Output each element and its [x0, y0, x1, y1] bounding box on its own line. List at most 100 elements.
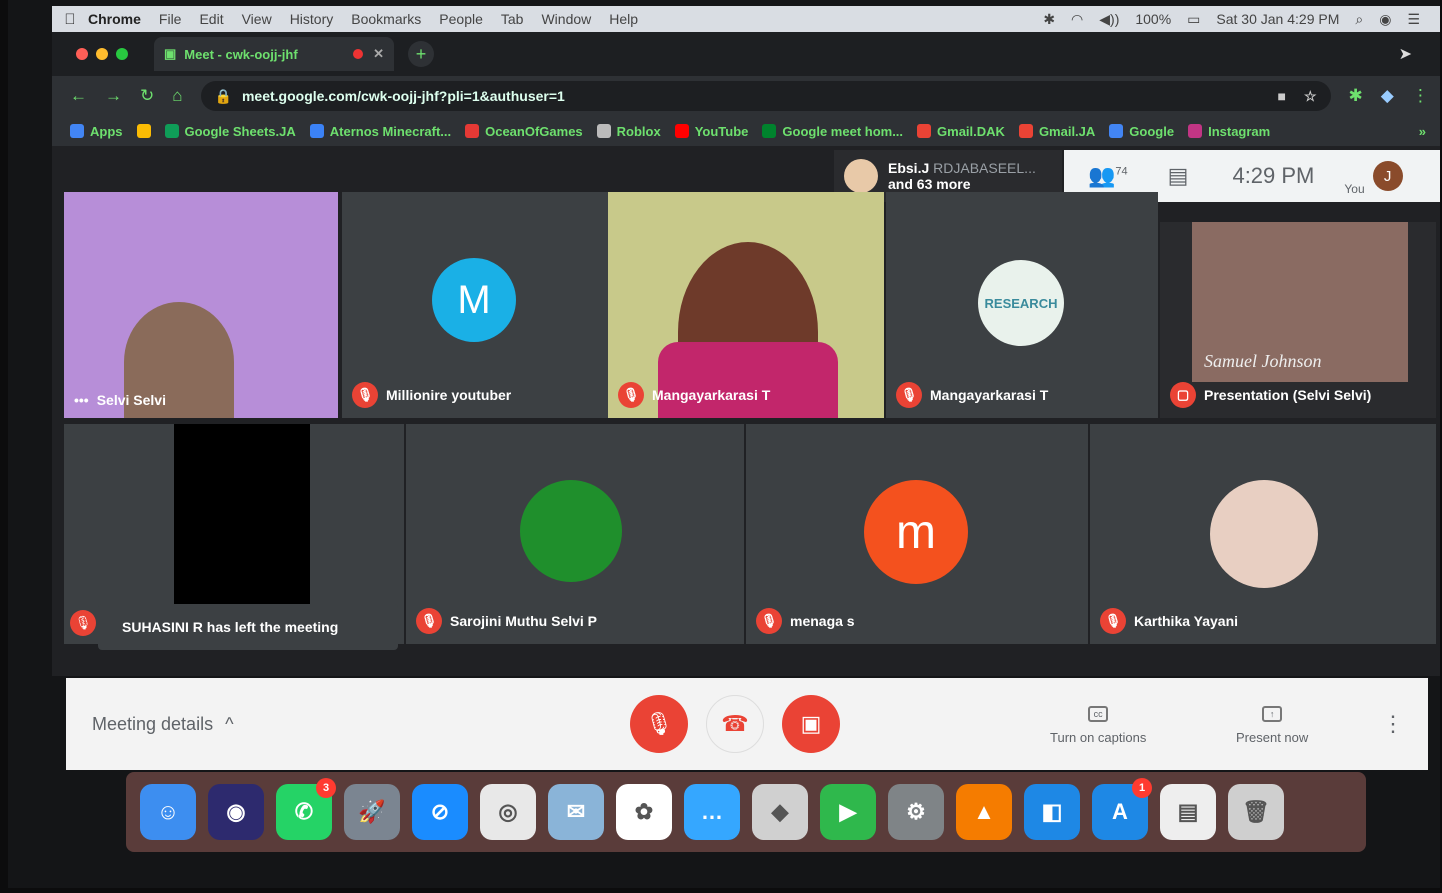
bookmark-gmail-dak[interactable]: Gmail.DAK: [917, 124, 1005, 139]
bookmark-roblox[interactable]: Roblox: [596, 124, 661, 139]
participant-tile[interactable]: 🎙 Karthika Yayani: [1090, 424, 1436, 644]
menu-edit[interactable]: Edit: [199, 11, 223, 27]
forward-icon[interactable]: →: [105, 86, 122, 106]
camera-icon[interactable]: ■: [1278, 88, 1286, 105]
present-now-button[interactable]: ↑ Present now: [1236, 706, 1308, 745]
document-icon[interactable]: ▤: [1160, 784, 1216, 840]
self-avatar[interactable]: J: [1372, 161, 1403, 191]
wifi-icon[interactable]: ◠: [1071, 11, 1083, 28]
siri-menu-icon[interactable]: ◉: [1379, 11, 1391, 28]
chevron-up-icon: ^: [225, 713, 234, 734]
vlc-icon[interactable]: ▲: [956, 784, 1012, 840]
peacock-avatar: [520, 480, 622, 582]
presentation-tile[interactable]: Samuel Johnson ▢ Presentation (Selvi Selv…: [1160, 222, 1436, 418]
bookmark-youtube[interactable]: YouTube: [674, 124, 748, 139]
menu-file[interactable]: File: [159, 11, 182, 27]
bookmark-aternos[interactable]: Aternos Minecraft...: [309, 124, 451, 139]
menu-dots-icon[interactable]: ⋮: [1412, 86, 1429, 106]
bookmark-google[interactable]: Google: [1109, 124, 1174, 139]
battery-percent[interactable]: 100%: [1135, 11, 1171, 27]
preview-icon[interactable]: ✉: [548, 784, 604, 840]
menu-tab[interactable]: Tab: [501, 11, 524, 27]
extension-icon[interactable]: ◆: [1381, 86, 1394, 106]
battery-icon[interactable]: ▭: [1187, 11, 1200, 28]
close-window-button[interactable]: [76, 48, 88, 60]
bookmark-meet[interactable]: Google meet hom...: [762, 124, 903, 139]
bookmark-sheets[interactable]: Google Sheets.JA: [164, 123, 296, 139]
presentation-icon: ▢: [1170, 382, 1196, 408]
facetime-icon[interactable]: ▶: [820, 784, 876, 840]
chrome-icon[interactable]: ◎: [480, 784, 536, 840]
zoom-window-button[interactable]: [116, 48, 128, 60]
chat-icon[interactable]: ▤: [1168, 163, 1189, 189]
bookmark-star-icon[interactable]: ☆: [1304, 88, 1317, 105]
bookmark-oceanofgames[interactable]: OceanOfGames: [465, 124, 583, 139]
safari-icon[interactable]: ⊘: [412, 784, 468, 840]
screen:  Chrome File Edit View History Bookmark…: [8, 0, 1440, 888]
roblox-studio-icon[interactable]: ◧: [1024, 784, 1080, 840]
close-tab-icon[interactable]: ✕: [373, 46, 384, 62]
back-icon[interactable]: ←: [70, 86, 87, 106]
captions-button[interactable]: cc Turn on captions: [1050, 706, 1146, 745]
participant-tile[interactable]: ••• Selvi Selvi: [64, 192, 338, 418]
bookmark-gmail-ja[interactable]: Gmail.JA: [1018, 123, 1096, 139]
bookmark-drive[interactable]: [136, 124, 151, 138]
address-bar[interactable]: 🔒 meet.google.com/cwk-oojj-jhf?pli=1&aut…: [200, 81, 1331, 111]
lock-icon: 🔒: [214, 87, 232, 104]
menu-help[interactable]: Help: [609, 11, 638, 27]
bookmarks-overflow-icon[interactable]: »: [1419, 124, 1426, 139]
app-store-icon[interactable]: A1: [1092, 778, 1152, 840]
more-dots-icon[interactable]: •••: [74, 392, 89, 408]
menu-app-name[interactable]: Chrome: [88, 11, 141, 27]
menu-bookmarks[interactable]: Bookmarks: [351, 11, 421, 27]
meeting-details-button[interactable]: Meeting details ^: [92, 714, 234, 735]
launchpad-icon[interactable]: 🚀: [344, 784, 400, 840]
reload-icon[interactable]: ↻: [140, 86, 154, 106]
sheets-icon: [164, 124, 179, 138]
messages-icon[interactable]: …: [684, 784, 740, 840]
minimize-window-button[interactable]: [96, 48, 108, 60]
mic-off-icon: 🎙: [618, 382, 644, 408]
menu-view[interactable]: View: [242, 11, 272, 27]
bluetooth-icon[interactable]: ✱: [1043, 11, 1055, 28]
extension-puzzle-icon[interactable]: ✱: [1349, 86, 1363, 106]
menu-history[interactable]: History: [290, 11, 334, 27]
participant-tile[interactable]: 🎙 Mangayarkarasi T: [608, 192, 884, 418]
whatsapp-icon[interactable]: ✆ 3: [276, 778, 336, 840]
spotlight-icon[interactable]: ⌕: [1355, 11, 1363, 28]
system-preferences-icon[interactable]: ⚙: [888, 784, 944, 840]
leave-call-button[interactable]: ☎: [706, 695, 764, 753]
participant-tile[interactable]: 🎙 Sarojini Muthu Selvi P: [406, 424, 744, 644]
mic-toggle-button[interactable]: 🎙: [630, 695, 688, 753]
gmail-icon: [917, 124, 932, 138]
finder-icon[interactable]: ☺: [140, 784, 196, 840]
bookmark-apps[interactable]: Apps: [70, 124, 123, 139]
apple-icon[interactable]: : [52, 11, 88, 28]
control-center-icon[interactable]: ☰: [1407, 11, 1420, 28]
siri-icon[interactable]: ◉: [208, 784, 264, 840]
participants-icon[interactable]: 👥74: [1088, 163, 1128, 189]
bookmark-instagram[interactable]: Instagram: [1188, 124, 1270, 139]
recording-indicator-icon: [353, 49, 364, 59]
participant-tile[interactable]: m 🎙 menaga s: [746, 424, 1088, 644]
clock[interactable]: Sat 30 Jan 4:29 PM: [1216, 11, 1339, 27]
participants-count: 74: [1115, 165, 1128, 178]
browser-tab[interactable]: ▣ Meet - cwk-oojj-jhf ✕: [154, 37, 394, 71]
menu-window[interactable]: Window: [541, 11, 591, 27]
volume-icon[interactable]: ◀)): [1099, 11, 1119, 28]
left-meeting-toast: SUHASINI R has left the meeting: [98, 604, 398, 650]
participant-tile[interactable]: M 🎙 Millionire youtuber: [342, 192, 608, 418]
menu-people[interactable]: People: [439, 11, 483, 27]
participant-tile[interactable]: RESEARCH 🎙 Mangayarkarasi T: [886, 192, 1158, 418]
photos-icon[interactable]: ✿: [616, 784, 672, 840]
mic-off-icon: 🎙: [1100, 608, 1126, 634]
home-icon[interactable]: ⌂: [172, 86, 182, 106]
trash-icon[interactable]: 🗑: [1228, 784, 1284, 840]
roblox-icon[interactable]: ◆: [752, 784, 808, 840]
new-tab-button[interactable]: +: [408, 41, 434, 67]
bookmark-label: Gmail.JA: [1038, 123, 1096, 139]
participant-name: Mangayarkarasi T: [930, 387, 1049, 403]
more-options-icon[interactable]: ⋮: [1382, 711, 1404, 737]
bookmark-label: Google Sheets.JA: [184, 123, 296, 139]
camera-toggle-button[interactable]: ▣: [782, 695, 840, 753]
